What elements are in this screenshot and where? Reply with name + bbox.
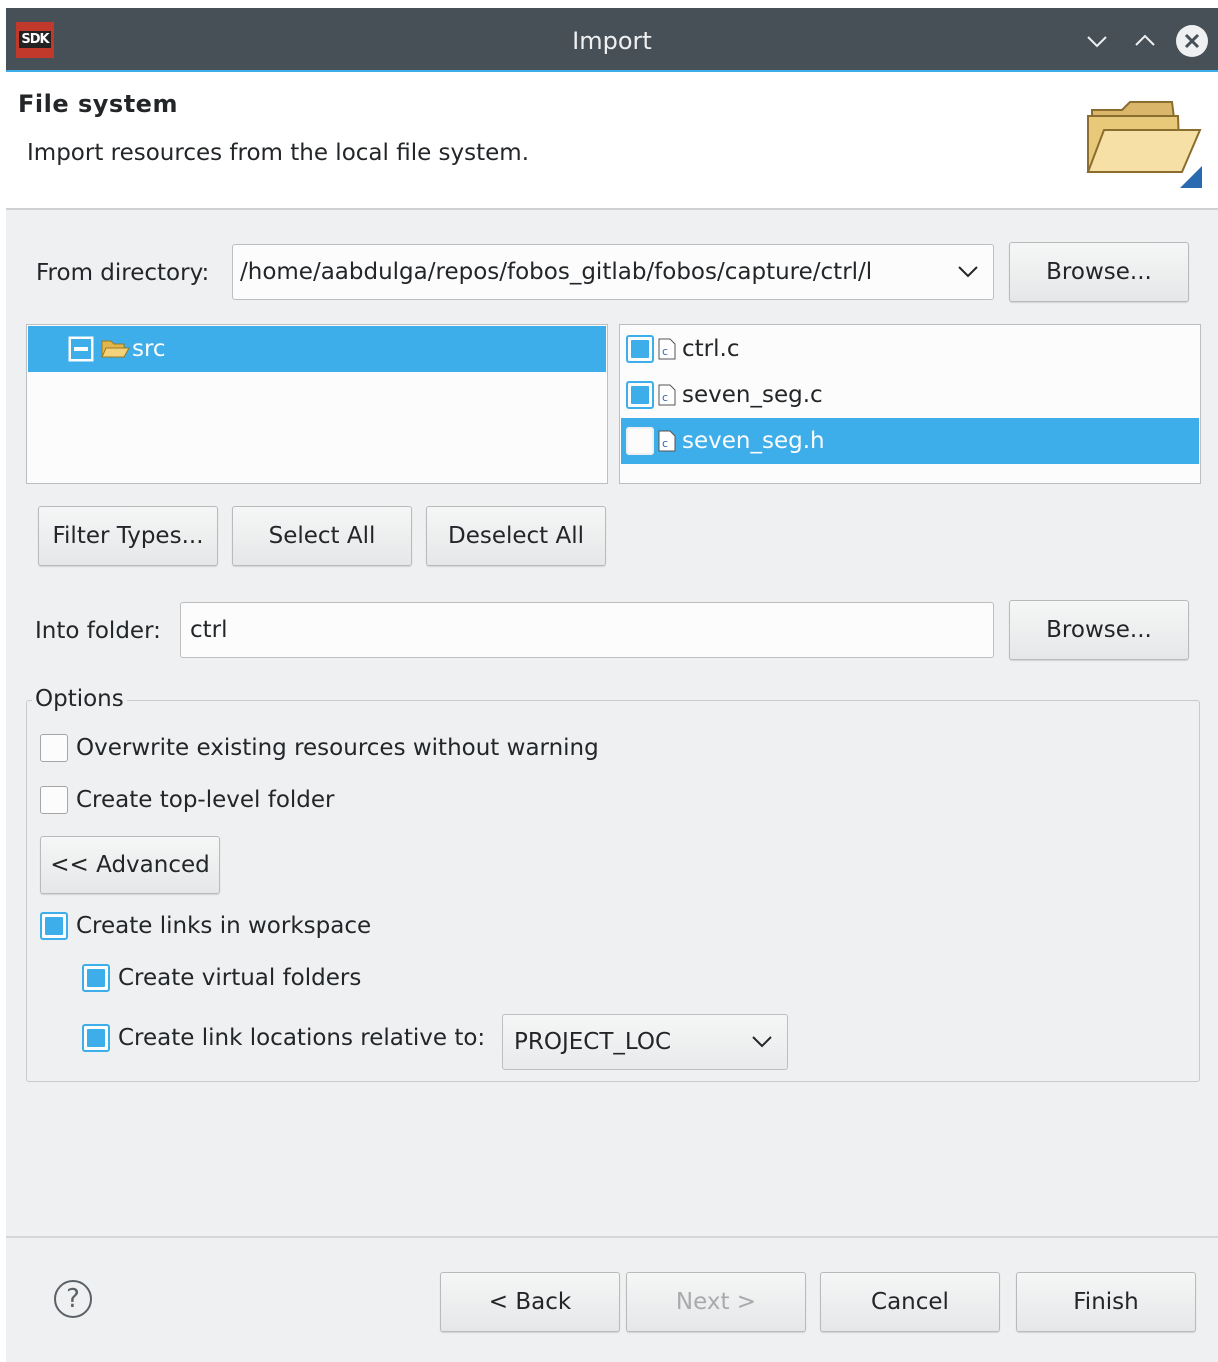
create-links-option[interactable]: Create links in workspace (40, 912, 371, 940)
filter-types-button[interactable]: Filter Types... (38, 506, 218, 566)
overwrite-option[interactable]: Overwrite existing resources without war… (40, 734, 599, 762)
import-dialog: SDK Import File system Import resources … (6, 8, 1218, 1362)
collapse-icon[interactable] (68, 336, 94, 362)
create-links-label: Create links in workspace (76, 913, 372, 939)
from-directory-combo[interactable]: /home/aabdulga/repos/fobos_gitlab/fobos/… (232, 244, 994, 300)
from-directory-label: From directory: (36, 260, 210, 286)
file-checkbox[interactable] (626, 335, 654, 363)
advanced-button[interactable]: << Advanced (40, 836, 220, 894)
maximize-button[interactable] (1130, 26, 1160, 56)
relative-to-checkbox[interactable] (82, 1024, 110, 1052)
help-button[interactable]: ? (54, 1280, 92, 1318)
tree-item-src[interactable]: src (28, 326, 606, 372)
deselect-all-button[interactable]: Deselect All (426, 506, 606, 566)
top-level-folder-checkbox[interactable] (40, 786, 68, 814)
chevron-up-icon (1135, 34, 1155, 46)
svg-text:c: c (662, 437, 668, 450)
help-icon: ? (66, 1284, 80, 1314)
svg-text:c: c (662, 391, 668, 404)
back-button[interactable]: < Back (440, 1272, 620, 1332)
overwrite-checkbox[interactable] (40, 734, 68, 762)
create-links-checkbox[interactable] (40, 912, 68, 940)
file-checkbox[interactable] (626, 427, 654, 455)
minimize-button[interactable] (1082, 26, 1112, 56)
file-list[interactable]: c ctrl.c c seven_seg.c c seven_seg.h (619, 324, 1201, 484)
folder-tree[interactable]: src (26, 324, 608, 484)
next-button[interactable]: Next > (626, 1272, 806, 1332)
browse-folder-button[interactable]: Browse... (1009, 600, 1189, 660)
top-level-folder-option[interactable]: Create top-level folder (40, 786, 335, 814)
chevron-down-icon (958, 266, 978, 278)
file-label: ctrl.c (682, 336, 740, 362)
file-row[interactable]: c seven_seg.c (621, 372, 1199, 418)
finish-button[interactable]: Finish (1016, 1272, 1196, 1332)
window-title: Import (572, 27, 652, 55)
c-file-icon: c (658, 338, 676, 360)
page-title: File system (18, 90, 178, 118)
overwrite-label: Overwrite existing resources without war… (76, 735, 599, 761)
file-label: seven_seg.c (682, 382, 823, 408)
relative-to-value: PROJECT_LOC (514, 1029, 672, 1055)
virtual-folders-label: Create virtual folders (118, 965, 362, 991)
folder-open-icon (101, 340, 130, 358)
tree-item-label: src (132, 336, 166, 362)
select-all-button[interactable]: Select All (232, 506, 412, 566)
svg-text:c: c (662, 345, 668, 358)
from-directory-value: /home/aabdulga/repos/fobos_gitlab/fobos/… (240, 259, 873, 285)
h-file-icon: c (658, 430, 676, 452)
close-icon (1184, 33, 1200, 49)
virtual-folders-option[interactable]: Create virtual folders (82, 964, 361, 992)
chevron-down-icon (752, 1036, 772, 1048)
chevron-down-icon (1087, 36, 1107, 48)
options-group-label: Options (32, 686, 127, 712)
title-bar: SDK Import (6, 8, 1218, 72)
file-row[interactable]: c seven_seg.h (621, 418, 1199, 464)
wizard-header: File system Import resources from the lo… (6, 72, 1218, 210)
relative-to-option[interactable]: Create link locations relative to: (82, 1024, 485, 1052)
file-label: seven_seg.h (682, 428, 825, 454)
into-folder-input[interactable]: ctrl (180, 602, 994, 658)
page-description: Import resources from the local file sys… (27, 140, 530, 166)
file-row[interactable]: c ctrl.c (621, 326, 1199, 372)
folder-banner-icon (1082, 92, 1206, 196)
footer-divider (6, 1236, 1218, 1238)
browse-directory-button[interactable]: Browse... (1009, 242, 1189, 302)
relative-to-label: Create link locations relative to: (118, 1025, 486, 1051)
top-level-folder-label: Create top-level folder (76, 787, 335, 813)
file-checkbox[interactable] (626, 381, 654, 409)
relative-to-select[interactable]: PROJECT_LOC (502, 1014, 788, 1070)
into-folder-label: Into folder: (35, 618, 161, 644)
close-button[interactable] (1176, 25, 1208, 57)
cancel-button[interactable]: Cancel (820, 1272, 1000, 1332)
c-file-icon: c (658, 384, 676, 406)
virtual-folders-checkbox[interactable] (82, 964, 110, 992)
